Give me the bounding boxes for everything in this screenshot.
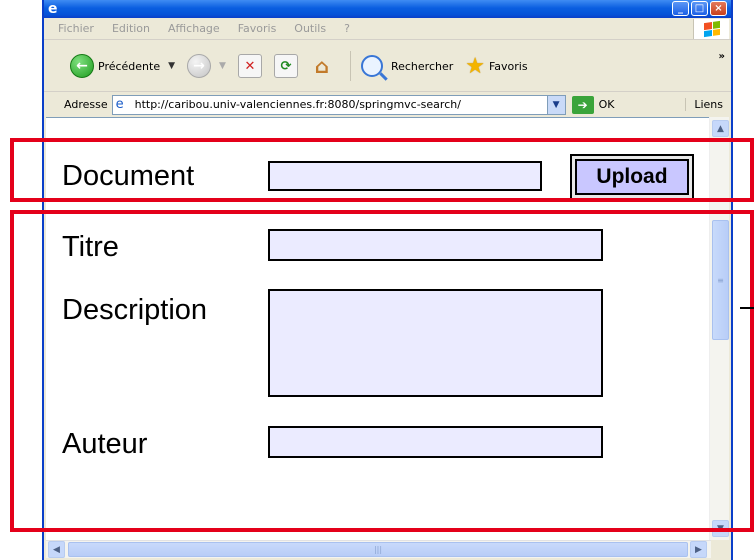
description-textarea[interactable]: [268, 289, 603, 397]
auteur-label: Auteur: [62, 428, 148, 460]
url-text[interactable]: http://caribou.univ-valenciennes.fr:8080…: [135, 98, 461, 111]
menu-fichier[interactable]: Fichier: [58, 22, 94, 35]
upload-button[interactable]: Upload: [570, 154, 694, 200]
stop-icon[interactable]: ✕: [237, 54, 262, 78]
forward-button[interactable]: → ▼: [187, 54, 226, 78]
toolbar-overflow-icon[interactable]: »: [719, 51, 725, 62]
address-label: Adresse: [64, 98, 108, 111]
description-label: Description: [62, 294, 208, 326]
menu-bar: Fichier Edition Affichage Favoris Outils…: [44, 18, 731, 40]
upload-button-label: Upload: [575, 159, 689, 195]
toolbar-separator: [349, 51, 351, 81]
title-bar[interactable]: e _ □ ×: [44, 0, 731, 18]
go-button-label[interactable]: OK: [599, 98, 615, 111]
horizontal-scrollbar[interactable]: ◀ ||| ▶: [46, 540, 711, 558]
go-arrow-icon[interactable]: ➔: [571, 95, 594, 114]
titre-input[interactable]: [268, 229, 603, 261]
scroll-down-icon[interactable]: ▼: [712, 520, 729, 537]
back-arrow-icon: ←: [70, 54, 94, 78]
address-field[interactable]: e http://caribou.univ-valenciennes.fr:80…: [111, 94, 566, 115]
windows-logo-icon: [693, 19, 729, 39]
document-file-input[interactable]: [268, 161, 542, 191]
maximize-icon[interactable]: □: [691, 1, 708, 16]
menu-affichage[interactable]: Affichage: [168, 22, 220, 35]
scroll-up-icon[interactable]: ▲: [712, 120, 729, 137]
back-button[interactable]: ← Précédente ▼: [70, 54, 175, 78]
scroll-thumb[interactable]: ≡: [712, 220, 729, 340]
search-label: Rechercher: [390, 59, 454, 73]
scroll-right-icon[interactable]: ▶: [690, 541, 707, 558]
menu-edition[interactable]: Edition: [112, 22, 150, 35]
titre-label: Titre: [62, 231, 119, 263]
forward-arrow-icon: →: [187, 54, 212, 78]
ie-icon: e: [48, 1, 58, 17]
address-bar: Adresse e http://caribou.univ-valencienn…: [44, 91, 731, 117]
annotation-line: [740, 307, 754, 309]
search-button[interactable]: Rechercher: [360, 55, 454, 77]
h-scroll-thumb[interactable]: |||: [68, 542, 688, 557]
browser-window: e _ □ × Fichier Edition Affichage Favori…: [42, 0, 733, 560]
toolbar: ← Précédente ▼ → ▼ ✕ ⟳ ⌂ Rechercher ★ Fa…: [44, 41, 731, 91]
menu-outils[interactable]: Outils: [294, 22, 326, 35]
favorites-button[interactable]: ★ Favoris: [465, 54, 527, 79]
vertical-scrollbar[interactable]: ▲ ≡ ▼: [709, 117, 729, 540]
scrollbar-corner: [711, 540, 731, 558]
refresh-icon[interactable]: ⟳: [273, 54, 298, 78]
favorites-label: Favoris: [488, 59, 528, 73]
close-icon[interactable]: ×: [710, 1, 727, 16]
chevron-down-icon[interactable]: ▼: [168, 61, 175, 71]
page-icon: e: [115, 96, 124, 112]
chevron-down-icon[interactable]: ▼: [219, 61, 226, 71]
favorites-star-icon: ★: [465, 53, 485, 79]
links-label[interactable]: Liens: [685, 98, 723, 111]
chevron-down-icon[interactable]: ▼: [546, 95, 565, 114]
menu-favoris[interactable]: Favoris: [238, 22, 277, 35]
home-icon[interactable]: ⌂: [310, 54, 334, 78]
back-label: Précédente: [98, 59, 161, 73]
search-icon: [360, 55, 383, 77]
document-label: Document: [62, 160, 195, 192]
menu-help[interactable]: ?: [344, 22, 350, 35]
scroll-left-icon[interactable]: ◀: [48, 541, 65, 558]
minimize-icon[interactable]: _: [672, 1, 689, 16]
auteur-input[interactable]: [268, 426, 603, 458]
